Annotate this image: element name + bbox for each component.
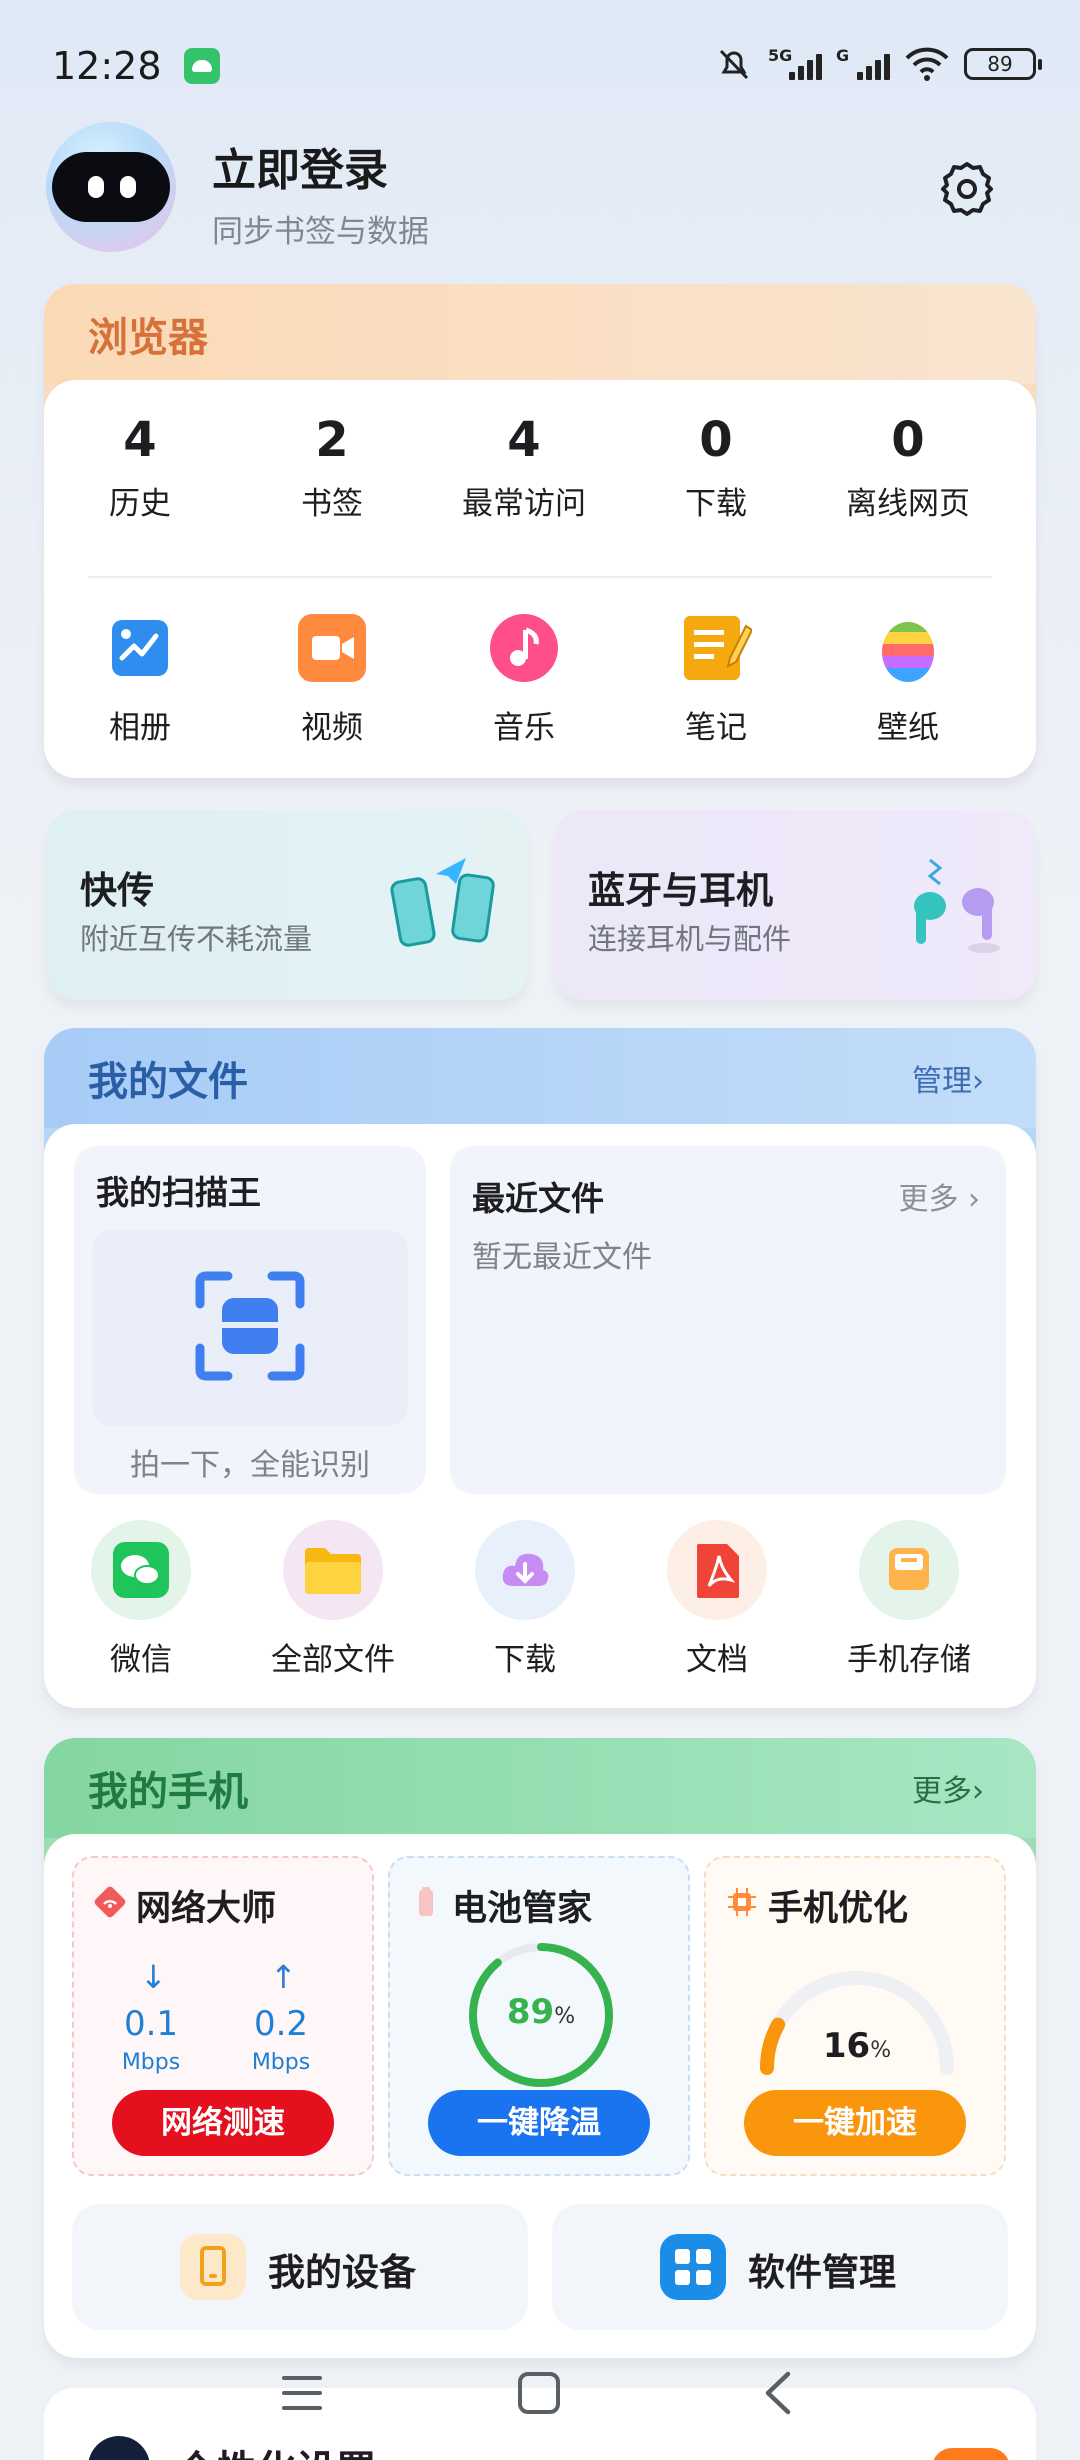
chip-icon bbox=[728, 1888, 756, 1916]
files-phone-storage[interactable]: 手机存储 bbox=[814, 1520, 1004, 1679]
theme-avatar bbox=[88, 2436, 150, 2460]
scanner-caption: 拍一下，全能识别 bbox=[130, 1448, 370, 1483]
signal-g-icon: G bbox=[836, 46, 890, 82]
phone-title: 我的手机 bbox=[88, 1769, 248, 1815]
cool-down-button[interactable]: 一键降温 bbox=[428, 2090, 650, 2156]
wechat-icon bbox=[113, 1542, 169, 1598]
avatar[interactable] bbox=[46, 122, 176, 252]
my-device-button[interactable]: 我的设备 bbox=[72, 2204, 528, 2330]
download-speed: 0.1 bbox=[123, 2004, 179, 2044]
files-downloads[interactable]: 下载 bbox=[430, 1520, 620, 1679]
video-icon bbox=[298, 614, 366, 682]
my-phone-card: 我的手机 更多› 网络大师 ↓ ↑ 0.1 0.2 Mbps Mbps 网络测速 bbox=[44, 1738, 1036, 2358]
app-music[interactable]: 音乐 bbox=[428, 612, 620, 747]
system-nav-bar bbox=[0, 2358, 1080, 2438]
download-arrow-icon: ↓ bbox=[140, 1958, 167, 1996]
files-manage-link[interactable]: 管理› bbox=[912, 1056, 984, 1100]
status-bar: 12:28 5G G 89 bbox=[0, 0, 1080, 130]
browser-card: 浏览器 4 历史 2 书签 4 最常访问 0 下载 0 离线网页 相册 视频 音… bbox=[44, 284, 1036, 778]
software-management-button[interactable]: 软件管理 bbox=[552, 2204, 1008, 2330]
earbuds-icon bbox=[914, 858, 1000, 953]
album-icon bbox=[112, 620, 168, 676]
scanner-tile[interactable]: 我的扫描王 拍一下，全能识别 bbox=[74, 1146, 426, 1494]
theme-badge bbox=[932, 2448, 1010, 2460]
app-video[interactable]: 视频 bbox=[236, 612, 428, 747]
back-icon[interactable] bbox=[758, 2368, 798, 2418]
wifi-icon bbox=[905, 47, 949, 81]
optimize-level: 16 bbox=[822, 2026, 871, 2066]
signal-5g-icon: 5G bbox=[768, 46, 822, 82]
storage-icon bbox=[889, 1548, 929, 1590]
upload-speed: 0.2 bbox=[253, 2004, 309, 2044]
files-title: 我的文件 bbox=[88, 1059, 248, 1105]
divider bbox=[88, 576, 992, 578]
my-files-card: 我的文件 管理› 我的扫描王 拍一下，全能识别 最近文件 更多 › 暂无最近文件… bbox=[44, 1028, 1036, 1708]
battery-icon bbox=[419, 1887, 433, 1916]
bluetooth-subtitle: 连接耳机与配件 bbox=[588, 922, 792, 956]
status-time: 12:28 bbox=[52, 44, 162, 88]
home-icon[interactable] bbox=[518, 2372, 560, 2414]
stat-offline-pages[interactable]: 0 离线网页 bbox=[812, 410, 1004, 523]
battery-indicator: 89 bbox=[964, 48, 1042, 80]
network-master-tile[interactable]: 网络大师 ↓ ↑ 0.1 0.2 Mbps Mbps 网络测速 bbox=[72, 1856, 374, 2176]
scanner-title: 我的扫描王 bbox=[96, 1173, 261, 1212]
download-unit: Mbps bbox=[121, 2050, 181, 2075]
network-icon bbox=[94, 1886, 126, 1918]
silent-bell-icon bbox=[719, 49, 749, 80]
device-icon bbox=[180, 2234, 246, 2300]
bluetooth-card[interactable]: 蓝牙与耳机 连接耳机与配件 bbox=[554, 810, 1036, 1000]
files-documents[interactable]: 文档 bbox=[622, 1520, 812, 1679]
chevron-right-icon: › bbox=[968, 1182, 980, 1217]
upload-unit: Mbps bbox=[251, 2050, 311, 2075]
upload-arrow-icon: ↑ bbox=[270, 1958, 297, 1996]
chevron-right-icon: › bbox=[972, 1064, 984, 1099]
stat-history[interactable]: 4 历史 bbox=[44, 410, 236, 523]
recent-more-link[interactable]: 更多 › bbox=[898, 1174, 980, 1218]
recent-files-tile: 最近文件 更多 › 暂无最近文件 bbox=[450, 1146, 1006, 1494]
bluetooth-title: 蓝牙与耳机 bbox=[588, 869, 773, 912]
menu-icon[interactable] bbox=[282, 2376, 322, 2412]
phones-transfer-icon bbox=[390, 858, 495, 947]
recent-empty-text: 暂无最近文件 bbox=[472, 1240, 652, 1275]
phone-optimize-tile[interactable]: 手机优化 16% 一键加速 bbox=[704, 1856, 1006, 2176]
login-title[interactable]: 立即登录 bbox=[212, 134, 388, 198]
battery-level: 89 bbox=[506, 1992, 555, 2032]
browser-title: 浏览器 bbox=[88, 315, 208, 361]
scan-icon bbox=[195, 1271, 305, 1381]
settings-gear-icon[interactable] bbox=[936, 158, 998, 220]
phone-more-link[interactable]: 更多› bbox=[912, 1766, 984, 1810]
speed-test-button[interactable]: 网络测速 bbox=[112, 2090, 334, 2156]
wallpaper-icon bbox=[882, 622, 934, 682]
quick-transfer-title: 快传 bbox=[80, 869, 154, 912]
login-subtitle: 同步书签与数据 bbox=[212, 214, 429, 250]
stat-bookmarks[interactable]: 2 书签 bbox=[236, 410, 428, 523]
notification-app-icon bbox=[184, 48, 220, 84]
files-wechat[interactable]: 微信 bbox=[46, 1520, 236, 1679]
music-icon bbox=[490, 614, 558, 682]
quick-transfer-subtitle: 附近互传不耗流量 bbox=[80, 922, 313, 956]
recent-files-title: 最近文件 bbox=[472, 1179, 604, 1218]
chevron-right-icon: › bbox=[972, 1774, 984, 1809]
quick-transfer-card[interactable]: 快传 附近互传不耗流量 bbox=[46, 810, 528, 1000]
note-icon bbox=[684, 616, 754, 680]
app-wallpaper[interactable]: 壁纸 bbox=[812, 612, 1004, 747]
battery-manager-tile[interactable]: 电池管家 89% 一键降温 bbox=[388, 1856, 690, 2176]
folder-icon bbox=[305, 1548, 361, 1594]
files-all-files[interactable]: 全部文件 bbox=[238, 1520, 428, 1679]
personalization-title: 个性化设置 bbox=[176, 2438, 376, 2460]
stat-most-visited[interactable]: 4 最常访问 bbox=[428, 410, 620, 523]
apps-grid-icon bbox=[660, 2234, 726, 2300]
pdf-icon bbox=[697, 1544, 739, 1598]
stat-downloads[interactable]: 0 下载 bbox=[620, 410, 812, 523]
app-notes[interactable]: 笔记 bbox=[620, 612, 812, 747]
download-icon bbox=[502, 1553, 549, 1586]
app-album[interactable]: 相册 bbox=[44, 612, 236, 747]
speed-up-button[interactable]: 一键加速 bbox=[744, 2090, 966, 2156]
